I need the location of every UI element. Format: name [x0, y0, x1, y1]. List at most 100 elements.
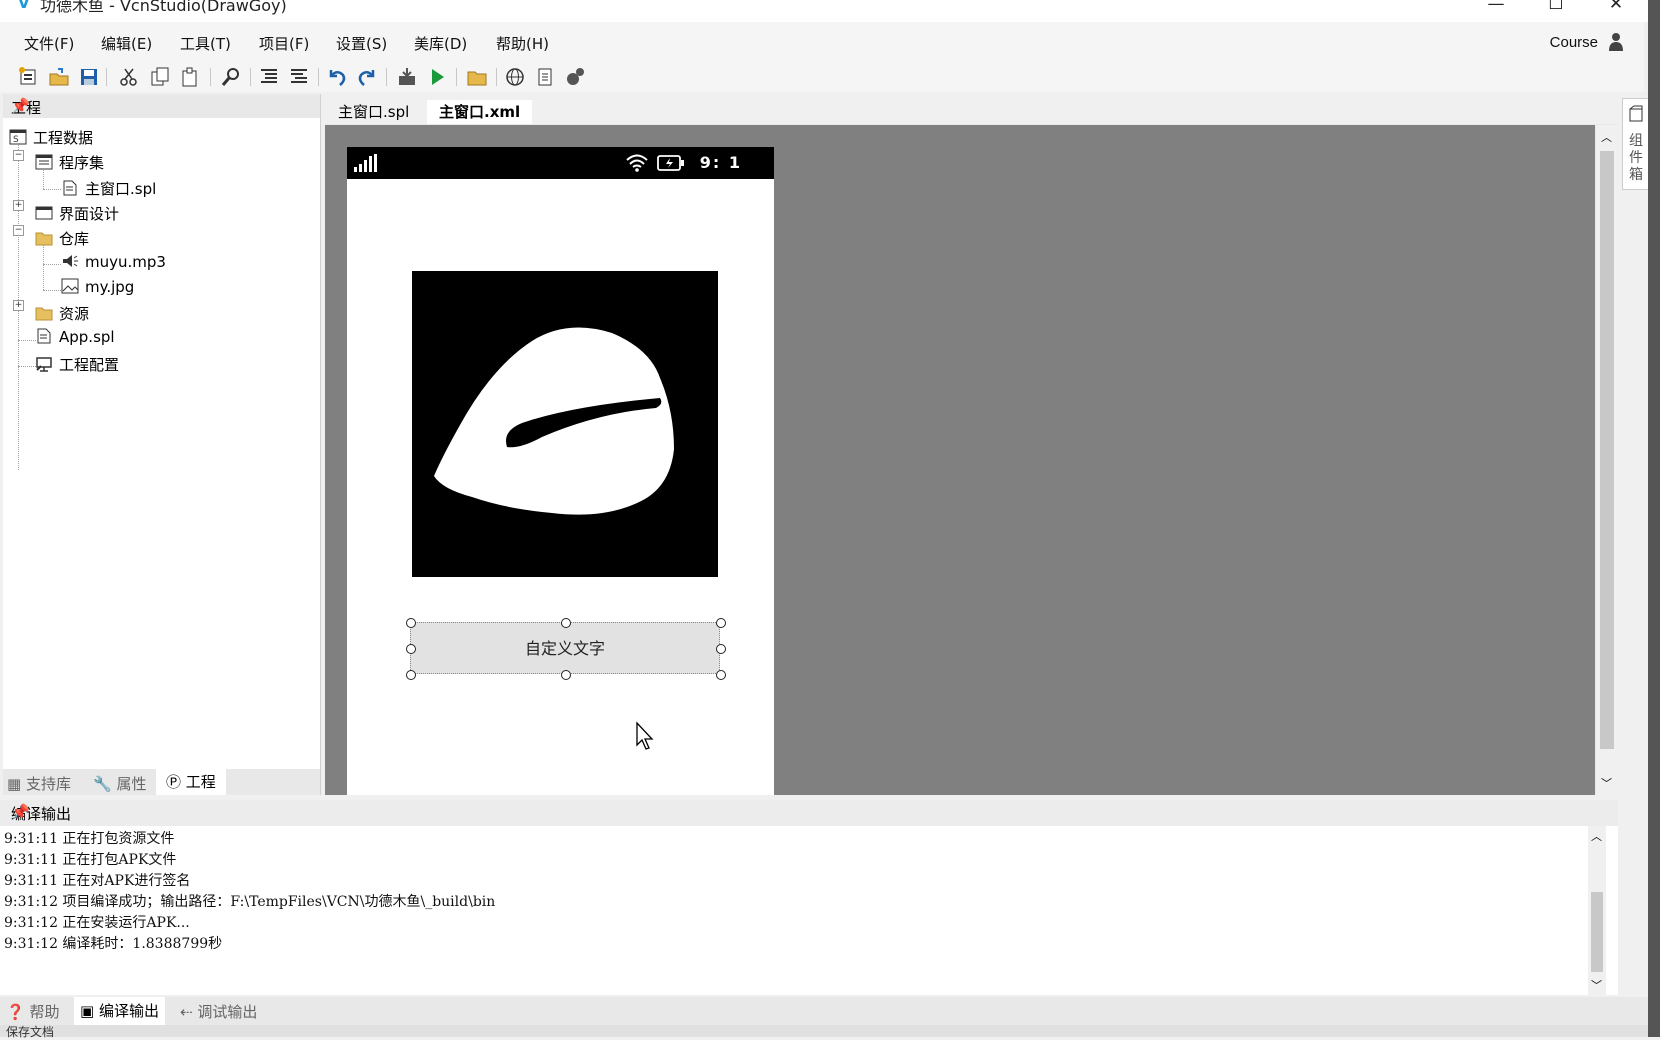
wooden-fish-image: [434, 327, 674, 515]
menu-help[interactable]: 帮助(H): [496, 33, 549, 54]
audio-icon: [63, 255, 78, 267]
tab-project[interactable]: Ⓟ 工程: [156, 769, 226, 795]
resize-handle[interactable]: [406, 618, 416, 628]
tree-item-assembly[interactable]: 程序集: [35, 152, 104, 176]
help-icon: ❓: [6, 1003, 25, 1021]
pin-icon[interactable]: 📌: [11, 97, 308, 115]
toolbox-label: 组件箱: [1629, 133, 1643, 183]
resize-handle[interactable]: [406, 670, 416, 680]
muyu-image[interactable]: [412, 271, 718, 577]
user-icon[interactable]: [1608, 32, 1624, 52]
paste-icon[interactable]: [179, 66, 201, 88]
expand-icon[interactable]: +: [13, 300, 24, 311]
menu-library[interactable]: 美库(D): [414, 33, 467, 54]
undo-icon[interactable]: [326, 66, 348, 88]
tab-main-spl[interactable]: 主窗口.spl: [326, 100, 421, 124]
minimize-button[interactable]: —: [1476, 0, 1516, 18]
resize-handle[interactable]: [561, 670, 571, 680]
menu-edit[interactable]: 编辑(E): [101, 33, 152, 54]
tab-label: 调试输出: [197, 1003, 258, 1021]
folder-icon[interactable]: [466, 66, 488, 88]
component-toolbox-tab[interactable]: 组件箱: [1622, 98, 1650, 190]
tree-item-config[interactable]: 工程配置: [35, 354, 119, 378]
scroll-down-icon[interactable]: ﹀: [1601, 775, 1612, 791]
resize-handle[interactable]: [561, 618, 571, 628]
tree-item-warehouse[interactable]: 仓库: [35, 228, 89, 252]
resize-handle[interactable]: [716, 618, 726, 628]
tree-guide: [43, 189, 61, 190]
console-icon: ▣: [80, 1002, 95, 1020]
cut-icon[interactable]: [118, 66, 140, 88]
log-line: 9:31:11 正在打包APK文件: [4, 852, 177, 868]
outdent-icon[interactable]: [288, 66, 310, 88]
plugin-icon[interactable]: [564, 66, 586, 88]
menu-settings[interactable]: 设置(S): [336, 33, 387, 54]
scroll-down-icon[interactable]: ﹀: [1591, 977, 1602, 993]
tree-item-resources[interactable]: 资源: [35, 303, 89, 327]
project-panel: 工程 📌 S 工程数据 − 程序集 主窗口.spl + 界面设计 − 仓库 muy…: [3, 94, 321, 795]
globe-icon[interactable]: [504, 66, 526, 88]
tree-guide: [43, 290, 61, 291]
resize-handle[interactable]: [716, 670, 726, 680]
tab-main-xml[interactable]: 主窗口.xml: [427, 100, 533, 124]
tree-label: 工程数据: [33, 129, 94, 147]
menu-file[interactable]: 文件(F): [24, 33, 74, 54]
tree-item-ui-design[interactable]: 界面设计: [35, 203, 119, 227]
file-icon: [37, 328, 51, 344]
folder-icon: [35, 307, 53, 321]
tab-label: 工程: [185, 773, 216, 791]
maximize-button[interactable]: ☐: [1536, 0, 1576, 18]
status-text: 保存文档: [6, 1025, 55, 1039]
save-icon[interactable]: [78, 66, 100, 88]
resize-handle[interactable]: [716, 644, 726, 654]
tree-guide: [18, 366, 36, 367]
svg-text:S: S: [13, 135, 19, 145]
tree-item-jpg[interactable]: my.jpg: [61, 278, 134, 302]
canvas-scrollbar[interactable]: ︿ ﹀: [1596, 125, 1618, 795]
signal-icon: [354, 154, 377, 172]
redo-icon[interactable]: [356, 66, 378, 88]
mouse-cursor-icon: [636, 721, 654, 750]
output-scrollbar[interactable]: ︿ ﹀: [1588, 826, 1606, 995]
menu-tools[interactable]: 工具(T): [180, 33, 231, 54]
collapse-icon[interactable]: −: [13, 225, 24, 236]
scroll-up-icon[interactable]: ︿: [1591, 828, 1602, 844]
custom-text-button[interactable]: 自定义文字: [410, 622, 720, 674]
document-icon[interactable]: [534, 66, 556, 88]
tree-item-mp3[interactable]: muyu.mp3: [61, 253, 166, 277]
scroll-up-icon[interactable]: ︿: [1601, 129, 1612, 145]
tab-help[interactable]: ❓ 帮助: [6, 1001, 59, 1022]
tab-properties[interactable]: 🔧 属性: [93, 773, 146, 794]
scrollbar-thumb[interactable]: [1600, 151, 1614, 749]
assembly-icon: [35, 154, 53, 170]
tree-item-app-spl[interactable]: App.spl: [35, 328, 115, 352]
status-bar: 保存文档: [0, 1025, 1660, 1039]
collapse-icon[interactable]: −: [13, 150, 24, 161]
build-icon[interactable]: [396, 66, 418, 88]
indent-icon[interactable]: [258, 66, 280, 88]
pin-icon[interactable]: 📌: [11, 803, 1606, 821]
design-canvas[interactable]: 9: 1 自定义文字: [325, 125, 1595, 795]
tab-debug-output[interactable]: ⇠ 调试输出: [180, 1001, 257, 1022]
find-icon[interactable]: [220, 66, 242, 88]
copy-icon[interactable]: [149, 66, 171, 88]
open-icon[interactable]: [48, 66, 70, 88]
tree-guide: [43, 264, 61, 265]
expand-icon[interactable]: +: [13, 200, 24, 211]
tree-label: App.spl: [59, 328, 115, 346]
resize-handle[interactable]: [406, 644, 416, 654]
close-button[interactable]: ✕: [1596, 0, 1636, 18]
tab-compile-output[interactable]: ▣ 编译输出: [74, 997, 165, 1025]
tab-support-library[interactable]: ▦ 支持库: [7, 773, 71, 794]
config-icon: [36, 357, 52, 372]
tree-item-main-spl[interactable]: 主窗口.spl: [61, 178, 156, 202]
toolbar-separator: [318, 68, 319, 86]
wifi-icon: [626, 154, 648, 172]
user-name[interactable]: Course: [1550, 34, 1598, 51]
menu-project[interactable]: 项目(F): [259, 33, 309, 54]
image-icon: [61, 278, 79, 294]
run-icon[interactable]: [426, 66, 448, 88]
scrollbar-thumb[interactable]: [1591, 892, 1603, 972]
tree-item-root[interactable]: S 工程数据: [9, 127, 93, 151]
new-file-icon[interactable]: [18, 66, 40, 88]
